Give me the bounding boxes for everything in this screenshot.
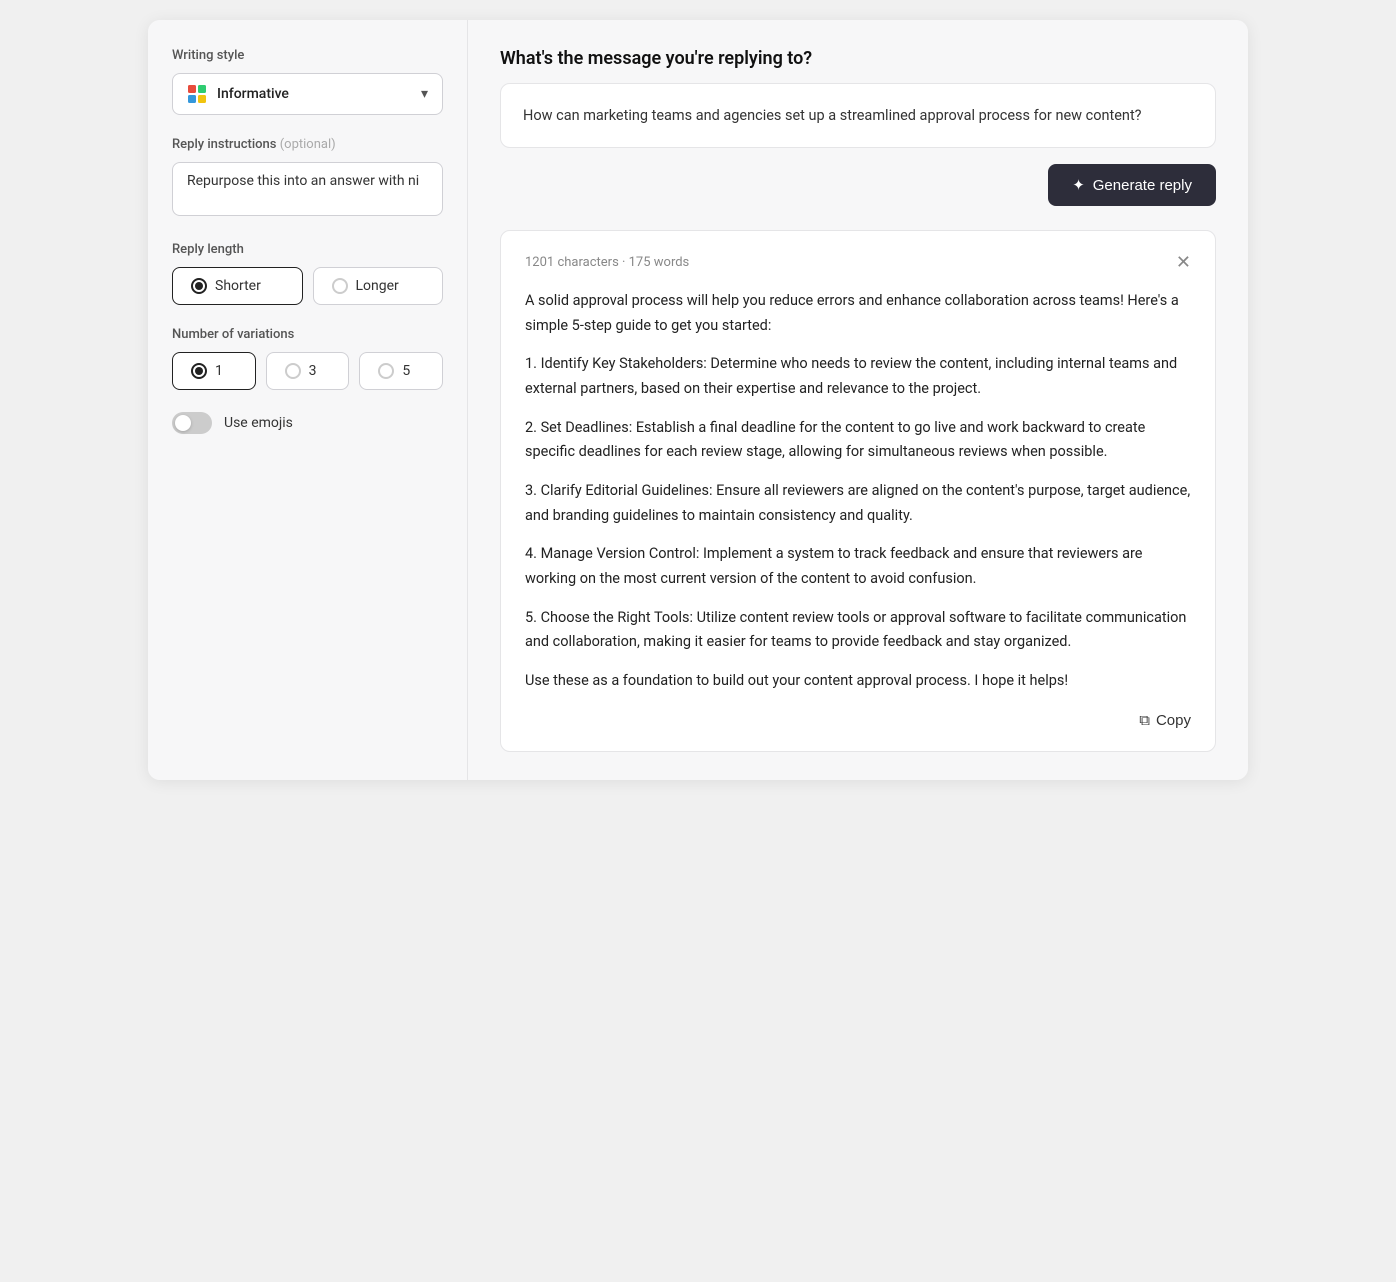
variation-1-label: 1 (215, 363, 223, 379)
sparkle-icon: ✦ (1072, 176, 1085, 194)
result-paragraph-3: 3. Clarify Editorial Guidelines: Ensure … (525, 479, 1191, 528)
variations-group: 1 3 5 (172, 352, 443, 390)
variation-3-label: 3 (309, 363, 317, 379)
copy-row: ⧉ Copy (525, 712, 1191, 729)
variations-label: Number of variations (172, 327, 443, 342)
result-paragraph-2: 2. Set Deadlines: Establish a final dead… (525, 416, 1191, 465)
result-paragraph-0: A solid approval process will help you r… (525, 289, 1191, 338)
radio-circle-longer (332, 278, 348, 294)
result-paragraph-1: 1. Identify Key Stakeholders: Determine … (525, 352, 1191, 401)
copy-button[interactable]: ⧉ Copy (1139, 712, 1191, 729)
use-emojis-toggle[interactable] (172, 412, 212, 434)
variation-option-3[interactable]: 3 (266, 352, 350, 390)
writing-style-dropdown[interactable]: Informative ▾ (172, 73, 443, 115)
reply-instructions-input[interactable]: Repurpose this into an answer with ni (172, 162, 443, 216)
result-body: A solid approval process will help you r… (525, 289, 1191, 693)
result-paragraph-4: 4. Manage Version Control: Implement a s… (525, 542, 1191, 591)
copy-icon: ⧉ (1139, 712, 1150, 729)
message-box: How can marketing teams and agencies set… (500, 83, 1216, 148)
result-paragraph-6: Use these as a foundation to build out y… (525, 669, 1191, 694)
style-selected-label: Informative (217, 86, 289, 102)
use-emojis-label: Use emojis (224, 415, 293, 431)
result-paragraph-5: 5. Choose the Right Tools: Utilize conte… (525, 606, 1191, 655)
length-option-shorter[interactable]: Shorter (172, 267, 303, 305)
length-option-longer[interactable]: Longer (313, 267, 444, 305)
use-emojis-row: Use emojis (172, 412, 443, 434)
writing-style-label: Writing style (172, 48, 443, 63)
result-stats: 1201 characters · 175 words (525, 255, 689, 270)
result-meta: 1201 characters · 175 words ✕ (525, 253, 1191, 271)
generate-btn-label: Generate reply (1093, 177, 1192, 194)
generate-row: ✦ Generate reply (500, 164, 1216, 206)
reply-length-group: Shorter Longer (172, 267, 443, 305)
generate-reply-button[interactable]: ✦ Generate reply (1048, 164, 1216, 206)
radio-circle-v3 (285, 363, 301, 379)
result-close-button[interactable]: ✕ (1176, 253, 1191, 271)
length-shorter-label: Shorter (215, 278, 261, 294)
radio-circle-shorter (191, 278, 207, 294)
result-card: 1201 characters · 175 words ✕ A solid ap… (500, 230, 1216, 751)
copy-btn-label: Copy (1156, 712, 1191, 729)
style-icon (187, 84, 207, 104)
reply-length-label: Reply length (172, 242, 443, 257)
style-dropdown-left: Informative (187, 84, 289, 104)
chevron-down-icon: ▾ (421, 86, 428, 102)
main-container: Writing style Informative ▾ Reply instru… (148, 20, 1248, 780)
optional-label: (optional) (280, 137, 336, 152)
left-panel: Writing style Informative ▾ Reply instru… (148, 20, 468, 780)
variation-5-label: 5 (402, 363, 410, 379)
length-longer-label: Longer (356, 278, 399, 294)
variation-option-5[interactable]: 5 (359, 352, 443, 390)
radio-circle-v5 (378, 363, 394, 379)
variation-option-1[interactable]: 1 (172, 352, 256, 390)
right-panel: What's the message you're replying to? H… (468, 20, 1248, 780)
radio-circle-v1 (191, 363, 207, 379)
question-title: What's the message you're replying to? (500, 48, 1216, 69)
reply-instructions-label: Reply instructions (optional) (172, 137, 443, 152)
